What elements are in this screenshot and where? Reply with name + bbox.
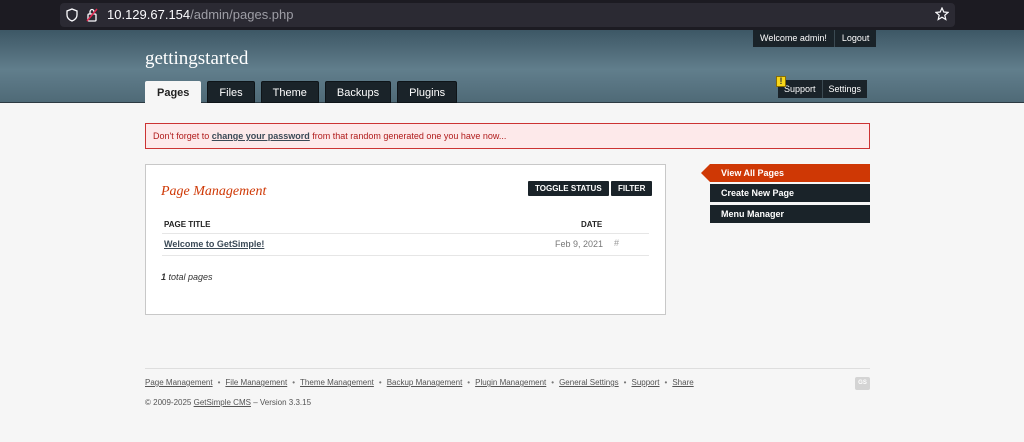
footer-separator: • (551, 378, 555, 387)
site-header: gettingstarted Pages Files Theme Backups… (0, 30, 1024, 103)
tab-theme[interactable]: Theme (260, 81, 319, 103)
main-tabs: Pages Files Theme Backups Plugins (145, 81, 458, 103)
url-host: 10.129.67.154 (107, 7, 191, 22)
footer-separator: • (378, 378, 382, 387)
header-right-nav: Support Settings (778, 80, 868, 98)
logout-button[interactable]: Logout (833, 30, 877, 47)
footer-link-file-management[interactable]: File Management (225, 378, 287, 387)
page-date: Feb 9, 2021 (555, 239, 604, 249)
welcome-user-link[interactable]: Welcome admin! (753, 30, 834, 47)
getsimple-cms-link[interactable]: GetSimple CMS (194, 398, 251, 407)
column-header-page-title: PAGE TITLE (164, 220, 211, 229)
filter-button[interactable]: FILTER (611, 181, 653, 196)
table-divider (162, 233, 649, 234)
getsimple-logo[interactable]: GS (855, 377, 870, 390)
footer-links: Page Management • File Management • Theme Ma… (145, 378, 694, 387)
shield-icon[interactable] (66, 8, 78, 22)
url-path: /admin/pages.php (190, 7, 294, 22)
table-divider (162, 255, 649, 256)
footer-link-share[interactable]: Share (672, 378, 693, 387)
url-text[interactable]: 10.129.67.154/admin/pages.php (107, 7, 294, 22)
footer-separator: • (664, 378, 668, 387)
page-management-panel: Page Management TOGGLE STATUS FILTER PAG… (145, 164, 666, 315)
total-pages: 1 total pages (161, 272, 213, 282)
footer-link-page-management[interactable]: Page Management (145, 378, 213, 387)
tab-backups[interactable]: Backups (324, 81, 392, 103)
warning-icon: ! (776, 76, 786, 87)
total-suffix: total pages (166, 272, 213, 282)
footer-link-support[interactable]: Support (631, 378, 659, 387)
footer-link-plugin-management[interactable]: Plugin Management (475, 378, 546, 387)
footer-separator: • (623, 378, 627, 387)
footer-link-backup-management[interactable]: Backup Management (387, 378, 463, 387)
toggle-status-button[interactable]: TOGGLE STATUS (528, 181, 609, 196)
panel-title: Page Management (161, 184, 267, 199)
active-arrow-icon (701, 164, 710, 182)
copyright: © 2009-2025 GetSimple CMS – Version 3.3.… (145, 398, 311, 407)
site-name[interactable]: gettingstarted (145, 48, 248, 70)
notice-text-before: Don't forget to (153, 131, 212, 141)
footer-separator: • (292, 378, 296, 387)
copyright-suffix: – Version 3.3.15 (250, 398, 312, 407)
footer-separator: • (467, 378, 471, 387)
footer-link-general-settings[interactable]: General Settings (559, 378, 619, 387)
copyright-prefix: © 2009-2025 (145, 398, 194, 407)
tab-plugins[interactable]: Plugins (397, 81, 458, 103)
page-anchor-link[interactable]: # (614, 238, 619, 248)
sidebar-item-create-new-page[interactable]: Create New Page (710, 184, 870, 202)
sidebar-item-view-all-pages[interactable]: View All Pages (710, 164, 870, 182)
notice-text-after: from that random generated one you have … (309, 131, 507, 141)
tab-pages[interactable]: Pages (145, 81, 202, 103)
footer-separator: • (217, 378, 221, 387)
insecure-lock-icon[interactable] (86, 8, 98, 22)
footer-link-theme-management[interactable]: Theme Management (300, 378, 374, 387)
column-header-date: DATE (581, 220, 603, 229)
sidebar-item-menu-manager[interactable]: Menu Manager (710, 205, 870, 223)
user-bar: Welcome admin! Logout (753, 30, 877, 47)
password-notice: Don't forget to change your password fro… (145, 123, 870, 149)
footer-divider (145, 368, 870, 369)
tab-files[interactable]: Files (207, 81, 255, 103)
bookmark-star-icon[interactable] (935, 7, 949, 21)
settings-button[interactable]: Settings (821, 80, 868, 98)
change-password-link[interactable]: change your password (212, 131, 310, 141)
page-title-link[interactable]: Welcome to GetSimple! (164, 239, 264, 249)
